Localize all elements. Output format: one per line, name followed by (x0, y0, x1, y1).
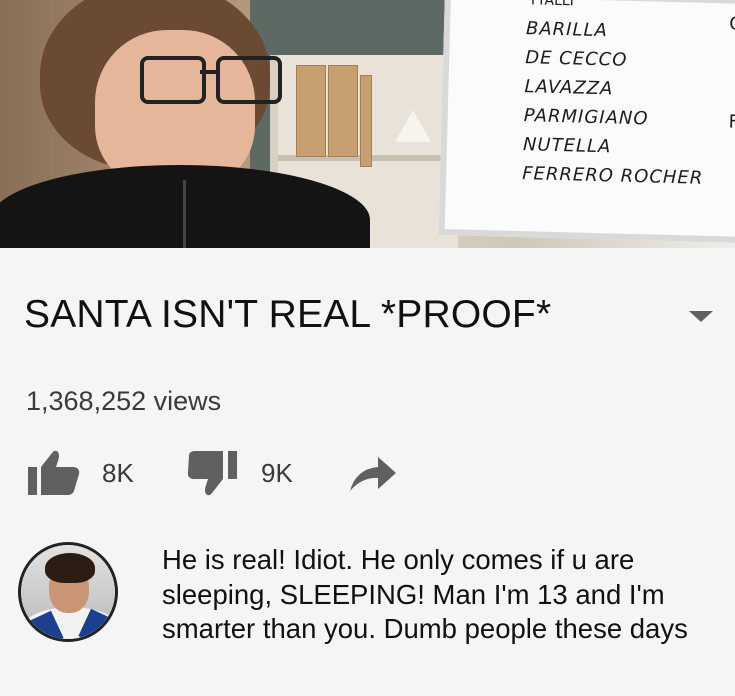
view-count: 1,368,252 views (26, 386, 222, 416)
dislike-button[interactable]: 9K (185, 447, 293, 499)
whiteboard-list: BARILLA DE CECCO LAVAZZA PARMIGIANO NUTE… (522, 14, 708, 193)
whiteboard-partial-word: TTALLI (528, 0, 575, 10)
shelf-ornament (395, 110, 431, 142)
action-bar: 8K 9K (26, 447, 446, 499)
dislike-count: 9K (261, 457, 293, 488)
glasses (140, 48, 282, 104)
binder (360, 75, 372, 167)
video-title: SANTA ISN'T REAL *PROOF* (24, 293, 552, 336)
comment: He is real! Idiot. He only comes if u ar… (0, 530, 735, 696)
whiteboard-edge-letter: C (728, 13, 735, 35)
video-thumbnail[interactable]: TTALLI BARILLA DE CECCO LAVAZZA PARMIGIA… (0, 0, 735, 248)
whiteboard-item: PARMIGIANO (523, 105, 649, 130)
whiteboard-item: FERRERO ROCHER (521, 163, 704, 189)
whiteboard-item: NUTELLA (522, 134, 612, 158)
binder (328, 65, 358, 157)
avatar[interactable] (18, 542, 118, 642)
like-button[interactable]: 8K (26, 447, 134, 499)
chevron-down-icon[interactable] (689, 311, 713, 322)
whiteboard-item: BARILLA (525, 18, 609, 42)
whiteboard-item: DE CECCO (524, 47, 628, 71)
whiteboard-item: LAVAZZA (524, 76, 614, 100)
comment-text: He is real! Idiot. He only comes if u ar… (162, 544, 688, 644)
whiteboard-edge-letter: F (728, 111, 735, 133)
like-count: 8K (102, 457, 134, 488)
thumbs-down-icon (187, 451, 237, 496)
whiteboard: TTALLI BARILLA DE CECCO LAVAZZA PARMIGIA… (438, 0, 735, 244)
share-arrow-icon (350, 457, 396, 491)
jacket-zipper (183, 180, 186, 248)
share-button[interactable] (346, 447, 400, 499)
binder (296, 65, 326, 157)
thumbs-up-icon (28, 450, 80, 495)
